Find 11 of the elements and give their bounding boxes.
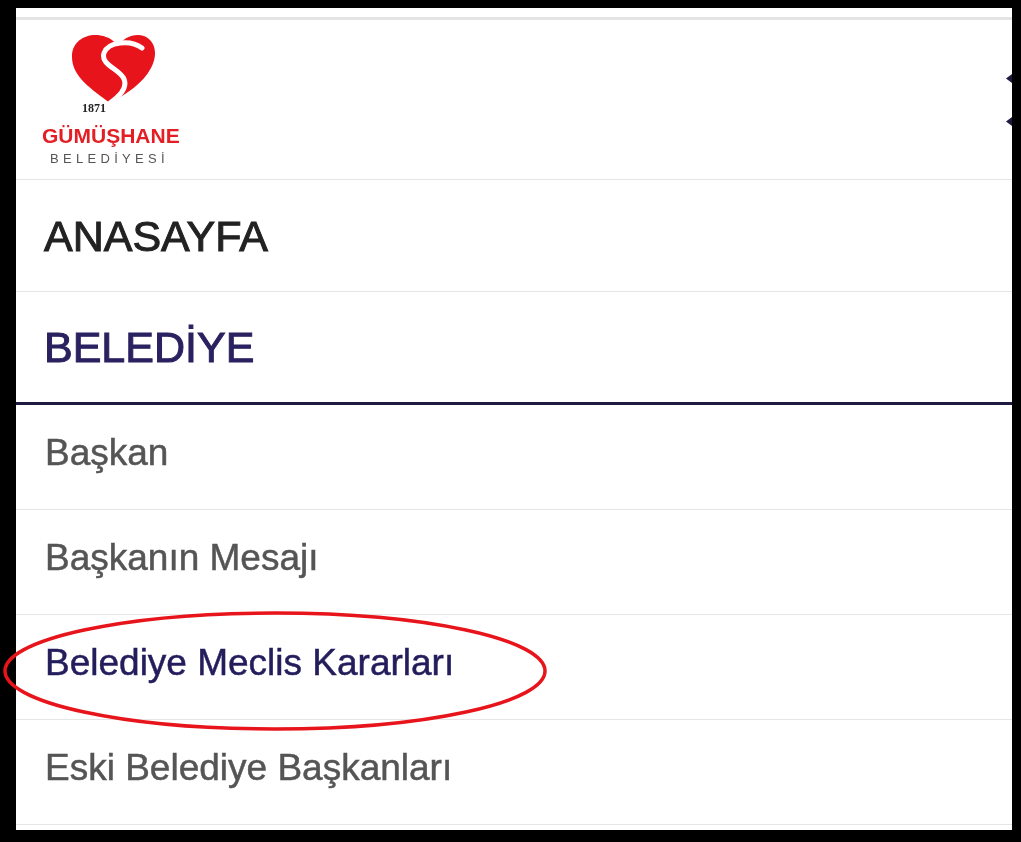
submenu-link[interactable]: Başkanın Mesajı <box>45 536 319 580</box>
menu-link[interactable]: BELEDİYE <box>44 322 255 372</box>
menu-link[interactable]: ANASAYFA <box>44 210 268 261</box>
submenu-link[interactable]: Eski Belediye Başkanları <box>45 746 453 790</box>
logo-emblem-icon <box>70 32 156 104</box>
arrowhead-icon[interactable] <box>1006 116 1012 126</box>
arrowhead-icon[interactable] <box>1006 73 1012 83</box>
logo-name: GÜMÜŞHANE <box>42 125 180 147</box>
submenu-link[interactable]: Başkan <box>45 431 169 475</box>
logo-subtitle: BELEDİYESİ <box>50 151 169 166</box>
logo-year: 1871 <box>82 102 106 114</box>
